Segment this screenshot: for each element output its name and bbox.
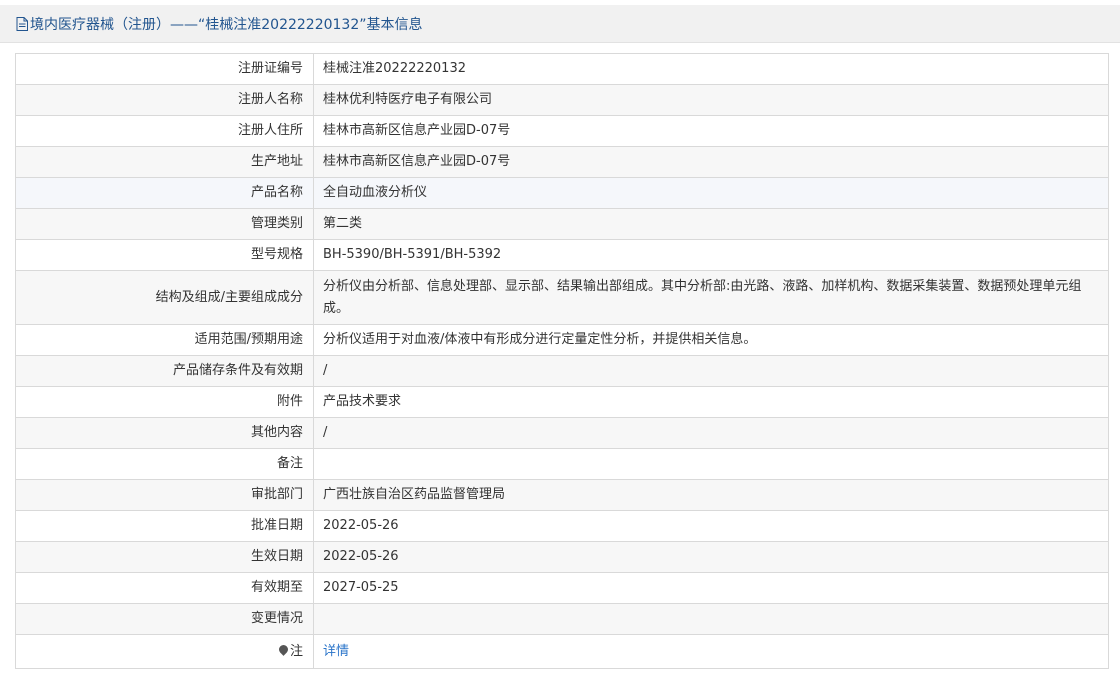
- table-row: 注册证编号 桂械注准20222220132: [15, 53, 1109, 85]
- row-label: 注册证编号: [15, 53, 314, 85]
- table-row: 变更情况: [15, 603, 1109, 635]
- row-label: 管理类别: [15, 208, 314, 240]
- row-label: 型号规格: [15, 239, 314, 271]
- row-value: 桂林优利特医疗电子有限公司: [313, 84, 1109, 116]
- row-value: 第二类: [313, 208, 1109, 240]
- row-label: 生效日期: [15, 541, 314, 573]
- table-row: 产品名称 全自动血液分析仪: [15, 177, 1109, 209]
- row-label: 备注: [15, 448, 314, 480]
- row-value: 桂林市高新区信息产业园D-07号: [313, 115, 1109, 147]
- table-row: 其他内容 /: [15, 417, 1109, 449]
- page-header: 境内医疗器械（注册）——“桂械注准20222220132”基本信息: [0, 5, 1120, 43]
- row-value: 桂械注准20222220132: [313, 53, 1109, 85]
- row-label: 适用范围/预期用途: [15, 324, 314, 356]
- row-value: 分析仪由分析部、信息处理部、显示部、结果输出部组成。其中分析部:由光路、液路、加…: [313, 270, 1109, 325]
- table-row: 注册人住所 桂林市高新区信息产业园D-07号: [15, 115, 1109, 147]
- table-row: 管理类别 第二类: [15, 208, 1109, 240]
- table-row: 型号规格 BH-5390/BH-5391/BH-5392: [15, 239, 1109, 271]
- row-value: 2022-05-26: [313, 541, 1109, 573]
- row-value: 2027-05-25: [313, 572, 1109, 604]
- table-row: 有效期至 2027-05-25: [15, 572, 1109, 604]
- info-table: 注册证编号 桂械注准20222220132 注册人名称 桂林优利特医疗电子有限公…: [15, 53, 1109, 669]
- note-label: 注: [15, 634, 314, 669]
- table-row: 附件 产品技术要求: [15, 386, 1109, 418]
- info-table-container: 注册证编号 桂械注准20222220132 注册人名称 桂林优利特医疗电子有限公…: [15, 53, 1109, 669]
- row-label: 结构及组成/主要组成成分: [15, 270, 314, 325]
- row-value: 产品技术要求: [313, 386, 1109, 418]
- table-row: 生效日期 2022-05-26: [15, 541, 1109, 573]
- row-value: 桂林市高新区信息产业园D-07号: [313, 146, 1109, 178]
- row-label: 注册人住所: [15, 115, 314, 147]
- row-value: 全自动血液分析仪: [313, 177, 1109, 209]
- table-row: 生产地址 桂林市高新区信息产业园D-07号: [15, 146, 1109, 178]
- pin-icon: [277, 642, 290, 656]
- row-label: 变更情况: [15, 603, 314, 635]
- table-row: 结构及组成/主要组成成分 分析仪由分析部、信息处理部、显示部、结果输出部组成。其…: [15, 270, 1109, 325]
- row-value: BH-5390/BH-5391/BH-5392: [313, 239, 1109, 271]
- row-label: 附件: [15, 386, 314, 418]
- row-value: [313, 448, 1109, 480]
- row-value: [313, 603, 1109, 635]
- row-label: 产品储存条件及有效期: [15, 355, 314, 387]
- row-label: 审批部门: [15, 479, 314, 511]
- row-value: /: [313, 417, 1109, 449]
- row-value: /: [313, 355, 1109, 387]
- row-label: 其他内容: [15, 417, 314, 449]
- page-title: 境内医疗器械（注册）——“桂械注准20222220132”基本信息: [30, 16, 423, 33]
- row-label: 产品名称: [15, 177, 314, 209]
- row-value: 广西壮族自治区药品监督管理局: [313, 479, 1109, 511]
- row-label: 批准日期: [15, 510, 314, 542]
- details-link[interactable]: 详情: [323, 644, 349, 659]
- table-row: 备注: [15, 448, 1109, 480]
- note-label-text: 注: [289, 643, 303, 659]
- table-row: 适用范围/预期用途 分析仪适用于对血液/体液中有形成分进行定量定性分析，并提供相…: [15, 324, 1109, 356]
- row-label: 注册人名称: [15, 84, 314, 116]
- table-row: 审批部门 广西壮族自治区药品监督管理局: [15, 479, 1109, 511]
- table-row: 注册人名称 桂林优利特医疗电子有限公司: [15, 84, 1109, 116]
- note-value: 详情: [313, 634, 1109, 669]
- row-value: 2022-05-26: [313, 510, 1109, 542]
- document-icon: [15, 16, 29, 31]
- row-label: 生产地址: [15, 146, 314, 178]
- row-value: 分析仪适用于对血液/体液中有形成分进行定量定性分析，并提供相关信息。: [313, 324, 1109, 356]
- row-label: 有效期至: [15, 572, 314, 604]
- table-row: 注 详情: [15, 634, 1109, 669]
- table-row: 批准日期 2022-05-26: [15, 510, 1109, 542]
- table-row: 产品储存条件及有效期 /: [15, 355, 1109, 387]
